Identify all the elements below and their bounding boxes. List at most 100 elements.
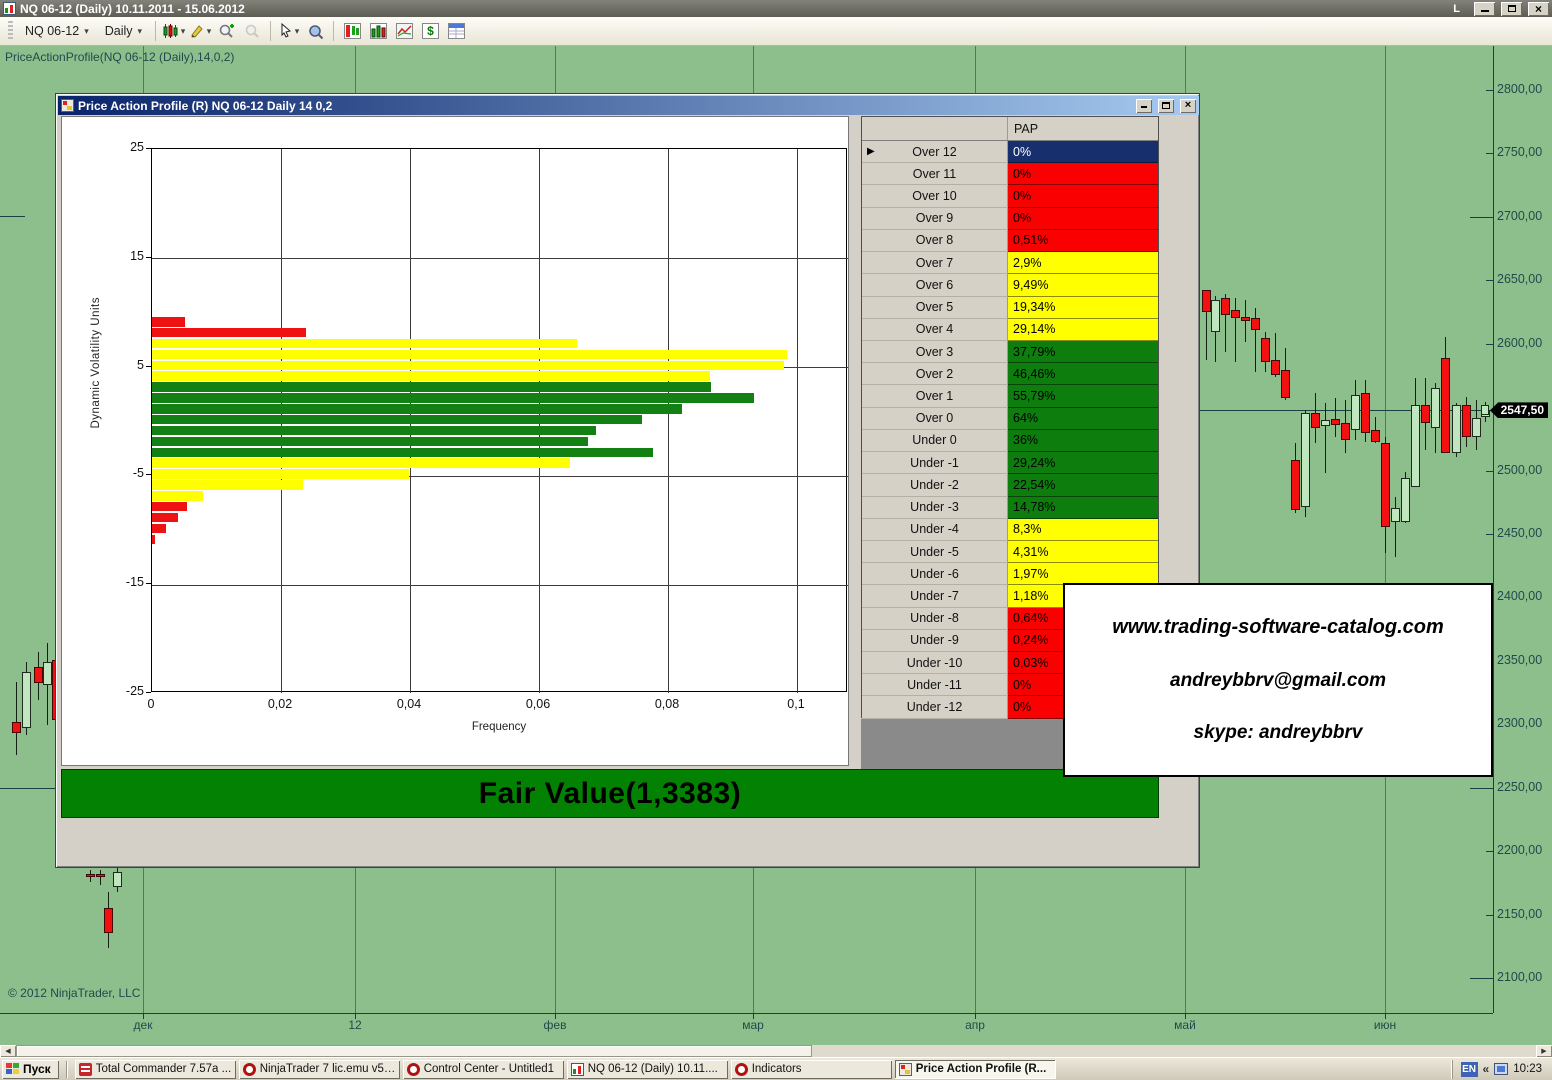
close-button[interactable]: × <box>1528 2 1549 16</box>
start-button[interactable]: Пуск <box>2 1060 59 1079</box>
pap-value-cell: 14,78% <box>1008 497 1158 519</box>
row-header[interactable]: Under -1 <box>862 452 1008 474</box>
y-tick-mark <box>146 692 151 693</box>
row-header[interactable]: Under -10 <box>862 652 1008 674</box>
dialog-minimize-button[interactable] <box>1136 99 1152 113</box>
table-row[interactable]: Over 246,46% <box>862 363 1158 385</box>
pap-value-cell: 0% <box>1008 208 1158 230</box>
chevron-down-icon: ▾ <box>138 26 143 37</box>
drawing-tools-icon[interactable]: ▾ <box>187 19 213 43</box>
table-row[interactable]: Over 429,14% <box>862 319 1158 341</box>
toolbar-grip[interactable] <box>8 21 13 41</box>
zoom-in-icon[interactable] <box>213 19 239 43</box>
table-row[interactable]: Over 69,49% <box>862 274 1158 296</box>
taskbar-button[interactable]: Control Center - Untitled1 <box>403 1060 564 1079</box>
row-header[interactable]: Over 8 <box>862 230 1008 252</box>
row-header[interactable]: Over 4 <box>862 319 1008 341</box>
row-header[interactable]: Over 11 <box>862 163 1008 185</box>
table-row[interactable]: Over 110% <box>862 163 1158 185</box>
row-header[interactable]: Over 1 <box>862 385 1008 407</box>
taskbar-separator <box>66 1061 68 1078</box>
table-row[interactable]: Over 064% <box>862 408 1158 430</box>
taskbar-button[interactable]: NQ 06-12 (Daily) 10.11.... <box>567 1060 728 1079</box>
ninja-icon <box>243 1063 256 1076</box>
horizontal-scrollbar[interactable]: ◀ ▶ <box>0 1045 1552 1057</box>
restore-button[interactable] <box>1501 2 1522 16</box>
profile-bar <box>152 480 303 490</box>
row-header[interactable]: Over 5 <box>862 297 1008 319</box>
row-header[interactable]: Under -8 <box>862 608 1008 630</box>
cursor-icon[interactable]: ▾ <box>276 19 302 43</box>
strategies-icon[interactable]: $ <box>417 19 443 43</box>
row-header[interactable]: Over 0 <box>862 408 1008 430</box>
row-header[interactable]: Under -5 <box>862 541 1008 563</box>
table-row[interactable]: Over 72,9% <box>862 252 1158 274</box>
period-dropdown[interactable]: Daily▾ <box>97 20 150 42</box>
row-header[interactable]: Under -12 <box>862 696 1008 718</box>
row-header[interactable]: Under -6 <box>862 563 1008 585</box>
dialog-maximize-button[interactable] <box>1158 99 1174 113</box>
dialog-close-button[interactable]: × <box>1180 99 1196 113</box>
row-header[interactable]: Under -3 <box>862 497 1008 519</box>
table-row[interactable]: Under -129,24% <box>862 452 1158 474</box>
time-label: дек <box>134 1018 153 1032</box>
row-header[interactable]: Under -7 <box>862 585 1008 607</box>
row-header[interactable]: Over 9 <box>862 208 1008 230</box>
profile-bar <box>152 415 642 425</box>
scrollbar-thumb[interactable] <box>16 1045 812 1057</box>
row-header[interactable]: Under -9 <box>862 630 1008 652</box>
row-header[interactable]: Over 3 <box>862 341 1008 363</box>
app-icon <box>3 2 16 15</box>
table-row[interactable]: Under -314,78% <box>862 497 1158 519</box>
minimize-button[interactable] <box>1474 2 1495 16</box>
indicators-icon[interactable] <box>391 19 417 43</box>
row-header[interactable]: Under -4 <box>862 519 1008 541</box>
row-header-column <box>862 117 1008 140</box>
row-header[interactable]: Over 7 <box>862 252 1008 274</box>
data-box-icon[interactable] <box>302 19 328 43</box>
table-row[interactable]: Over 100% <box>862 185 1158 207</box>
scroll-left-button[interactable]: ◀ <box>0 1045 16 1057</box>
pap-value-cell: 8,3% <box>1008 519 1158 541</box>
network-icon[interactable] <box>1494 1063 1508 1075</box>
table-row[interactable]: Over 80,51% <box>862 230 1158 252</box>
bar-style-icon[interactable]: ▾ <box>161 19 187 43</box>
table-row[interactable]: Under -222,54% <box>862 474 1158 496</box>
table-row[interactable]: Over 519,34% <box>862 297 1158 319</box>
taskbar-button[interactable]: Price Action Profile (R... <box>895 1060 1056 1079</box>
row-header[interactable]: Under 0 <box>862 430 1008 452</box>
profile-bar <box>152 350 787 360</box>
price-tick <box>1470 978 1493 979</box>
row-header[interactable]: Over 10 <box>862 185 1008 207</box>
scroll-right-button[interactable]: ▶ <box>1536 1045 1552 1057</box>
table-row[interactable]: Under -48,3% <box>862 519 1158 541</box>
data-grid-icon[interactable] <box>443 19 469 43</box>
instrument-dropdown[interactable]: NQ 06-12▾ <box>17 20 97 42</box>
watermark-email: andreybbrv@gmail.com <box>1170 670 1386 692</box>
table-row[interactable]: Over 337,79% <box>862 341 1158 363</box>
taskbar-button[interactable]: NinjaTrader 7 lic.emu v5.06 <box>239 1060 400 1079</box>
pap-value-cell: 0% <box>1008 163 1158 185</box>
row-header[interactable]: Over 2 <box>862 363 1008 385</box>
row-header[interactable]: Under -11 <box>862 674 1008 696</box>
row-header[interactable]: Over 6 <box>862 274 1008 296</box>
table-row[interactable]: Over 90% <box>862 208 1158 230</box>
table-row[interactable]: ▶Over 120% <box>862 141 1158 163</box>
bars-panel-icon[interactable] <box>365 19 391 43</box>
chart-trader-icon[interactable] <box>339 19 365 43</box>
language-indicator[interactable]: EN <box>1461 1062 1478 1077</box>
table-row[interactable]: Under -54,31% <box>862 541 1158 563</box>
table-row[interactable]: Over 155,79% <box>862 385 1158 407</box>
tray-chevron-icon[interactable]: « <box>1483 1062 1490 1076</box>
candle <box>1371 430 1380 442</box>
table-row[interactable]: Under 036% <box>862 430 1158 452</box>
row-header[interactable]: Under -2 <box>862 474 1008 496</box>
candle <box>1301 413 1310 507</box>
candle <box>86 874 95 877</box>
taskbar-button[interactable]: Indicators <box>731 1060 892 1079</box>
dialog-titlebar[interactable]: Price Action Profile (R) NQ 06-12 Daily … <box>58 96 1199 115</box>
zoom-out-icon[interactable] <box>239 19 265 43</box>
y-tick-mark <box>146 366 151 367</box>
row-header[interactable]: ▶Over 12 <box>862 141 1008 163</box>
taskbar-button[interactable]: Total Commander 7.57a ... <box>75 1060 236 1079</box>
